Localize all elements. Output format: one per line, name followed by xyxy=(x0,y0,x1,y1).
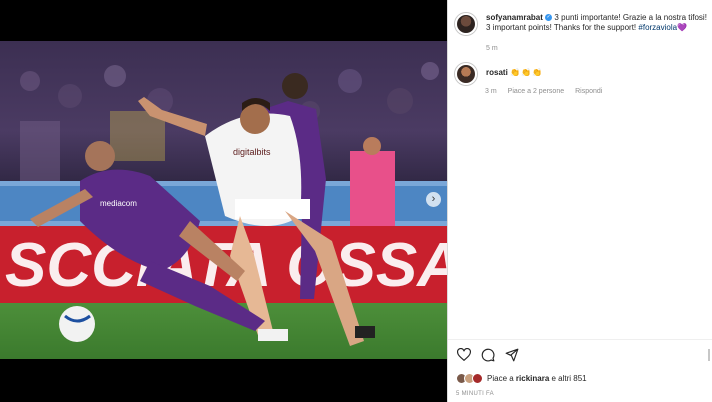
next-slide-button[interactable]: › xyxy=(426,192,441,207)
comment-button[interactable] xyxy=(480,347,495,362)
likes-summary[interactable]: Piace a rickinara e altri 851 xyxy=(456,373,587,384)
purple-heart-emoji: 💜 xyxy=(677,23,688,32)
post-sidebar: sofyanamrabat ✓ 3 punti importante! Graz… xyxy=(447,0,712,402)
likes-user[interactable]: rickinara xyxy=(516,374,549,383)
comment-body: rosati 👏👏👏 xyxy=(486,63,543,85)
chevron-right-icon: › xyxy=(431,193,436,205)
hashtag-link[interactable]: #forzaviola xyxy=(638,23,677,32)
action-bar xyxy=(456,347,519,362)
comment-likes[interactable]: Piace a 2 persone xyxy=(508,88,564,95)
reply-button[interactable]: Rispondi xyxy=(575,88,602,95)
comment-icon xyxy=(481,348,494,361)
post-caption: sofyanamrabat ✓ 3 punti importante! Graz… xyxy=(455,13,708,35)
comment-username[interactable]: rosati xyxy=(486,68,508,77)
sponsor-text: digitalbits xyxy=(233,147,271,157)
comment-time: 3 m xyxy=(485,88,497,95)
post-time: 5 m xyxy=(486,45,498,52)
football-photo: SCCIATA OSSA digitalbits mediacom xyxy=(0,41,447,359)
avatar[interactable] xyxy=(455,13,477,35)
scrollbar[interactable] xyxy=(708,349,710,361)
heart-icon xyxy=(456,348,471,361)
comment-text: 👏👏👏 xyxy=(510,68,543,77)
share-button[interactable] xyxy=(504,347,519,362)
avatar[interactable] xyxy=(455,63,477,85)
divider xyxy=(448,339,712,340)
caption-username[interactable]: sofyanamrabat xyxy=(486,13,543,22)
post-timestamp: 5 MINUTI FA xyxy=(456,391,494,397)
like-button[interactable] xyxy=(456,347,471,362)
comment-meta: 3 m Piace a 2 persone Rispondi xyxy=(485,88,602,95)
kit-text: mediacom xyxy=(100,199,137,208)
likes-text: Piace a rickinara e altri 851 xyxy=(487,374,587,383)
comment: rosati 👏👏👏 xyxy=(455,63,543,85)
caption-text: sofyanamrabat ✓ 3 punti importante! Graz… xyxy=(486,13,708,35)
post-viewer: SCCIATA OSSA digitalbits mediacom › sofy… xyxy=(0,0,712,402)
share-icon xyxy=(505,348,518,361)
avatar xyxy=(472,373,483,384)
post-photo[interactable]: SCCIATA OSSA digitalbits mediacom xyxy=(0,41,447,359)
media-area: SCCIATA OSSA digitalbits mediacom › xyxy=(0,0,447,402)
verified-badge-icon: ✓ xyxy=(545,14,553,22)
